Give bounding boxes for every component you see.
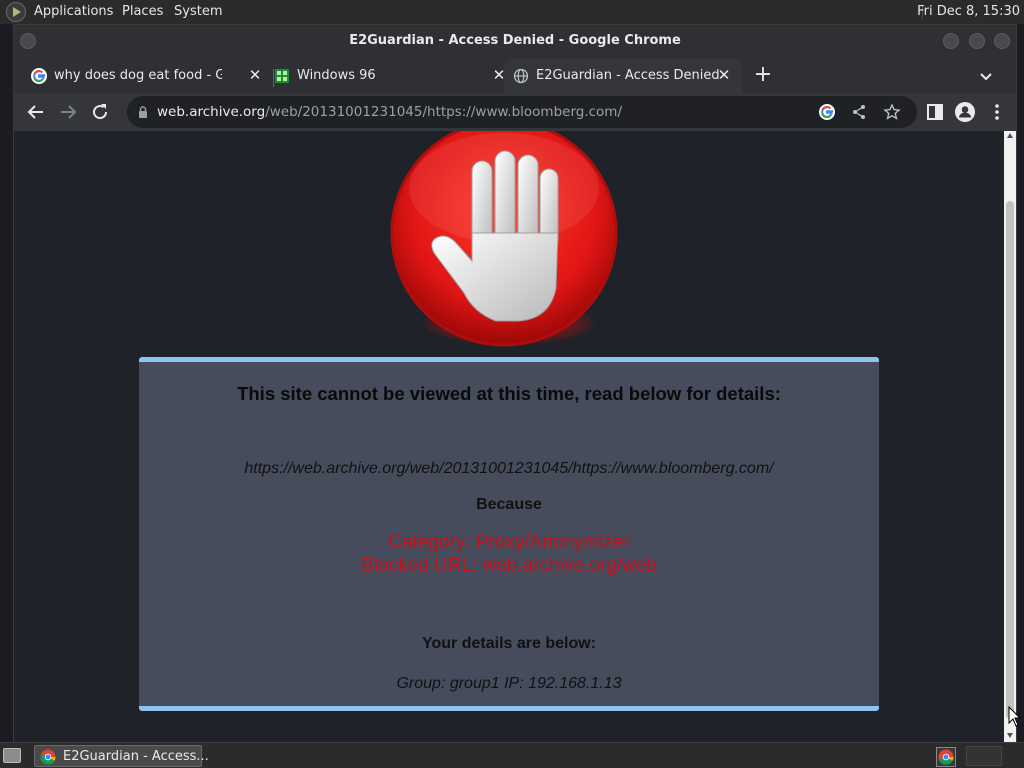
tab-dog-food[interactable]: why does dog eat food - Goog ✕ [22,59,262,93]
windows96-icon [275,69,289,83]
window-titlebar[interactable]: E2Guardian - Access Denied - Google Chro… [14,25,1016,57]
chevron-down-icon[interactable] [976,66,996,86]
gnome-foot-icon[interactable] [6,2,26,22]
kebab-menu-icon[interactable] [985,100,1009,124]
window-menu-button[interactable] [20,33,36,49]
forward-arrow-icon[interactable] [56,100,80,124]
taskbar-window-title: E2Guardian - Access... [63,749,209,764]
blocked-url-rule: Blocked URL: web.archive.org/web [361,555,657,576]
reload-icon[interactable] [88,100,112,124]
blocked-request-url: https://web.archive.org/web/201310012310… [244,460,774,477]
tab-title: Windows 96 [297,68,376,83]
details-heading: Your details are below: [422,635,596,652]
applications-menu[interactable]: Applications [34,4,113,19]
google-g-icon [31,68,47,84]
url-text: web.archive.org/web/20131001231045/https… [157,104,622,120]
mouse-pointer-icon [1008,706,1022,727]
url-host: web.archive.org [157,104,266,120]
maximize-button[interactable] [969,33,985,49]
vertical-scrollbar[interactable] [1004,131,1016,743]
window-title: E2Guardian - Access Denied - Google Chro… [349,33,681,48]
page-viewport[interactable]: This site cannot be viewed at this time,… [14,131,1004,743]
chrome-icon [938,749,954,765]
tab-e2guardian[interactable]: E2Guardian - Access Denied ✕ [504,59,742,93]
share-icon[interactable] [851,104,867,120]
tab-strip: why does dog eat food - Goog ✕ Windows 9… [14,57,1016,93]
denied-heading: This site cannot be viewed at this time,… [237,383,781,404]
user-details: Group: group1 IP: 192.168.1.13 [396,675,622,692]
new-tab-button[interactable]: + [751,64,775,88]
stop-hand-icon [390,131,618,347]
scroll-up-arrow-icon[interactable] [1007,133,1013,138]
tab-title: E2Guardian - Access Denied [536,68,720,83]
globe-icon [513,68,529,84]
show-desktop-icon[interactable] [3,748,21,763]
url-path: /web/20131001231045/https://www.bloomber… [265,104,622,120]
close-tab-icon[interactable]: ✕ [716,67,732,83]
taskbar-window-button[interactable]: E2Guardian - Access... [34,745,209,767]
tab-windows96[interactable]: Windows 96 ✕ [265,59,505,93]
top-panel: Applications Places System Fri Dec 8, 15… [0,0,1024,24]
chrome-window: E2Guardian - Access Denied - Google Chro… [13,24,1017,743]
address-bar[interactable]: web.archive.org/web/20131001231045/https… [127,96,917,128]
access-denied-box: This site cannot be viewed at this time,… [139,357,879,711]
lock-icon[interactable] [136,105,150,119]
tray-chrome-icon[interactable] [936,747,956,767]
places-menu[interactable]: Places [122,4,163,19]
block-category: Category: Proxy/Anonymizer [388,532,630,553]
bottom-taskbar: E2Guardian - Access... [0,742,1024,768]
scroll-down-arrow-icon[interactable] [1007,733,1013,738]
tab-title: why does dog eat food - Goog [54,68,222,83]
panel-clock[interactable]: Fri Dec 8, 15:30 [917,4,1020,19]
bookmark-star-icon[interactable] [883,103,901,121]
back-arrow-icon[interactable] [24,100,48,124]
close-window-button[interactable] [994,33,1010,49]
scroll-thumb[interactable] [1006,201,1014,719]
profile-avatar-icon[interactable] [953,100,977,124]
google-lens-icon[interactable] [819,104,835,120]
because-label: Because [476,496,542,513]
browser-toolbar: web.archive.org/web/20131001231045/https… [14,93,1016,131]
minimize-button[interactable] [943,33,959,49]
system-menu[interactable]: System [174,4,222,19]
close-tab-icon[interactable]: ✕ [247,67,263,83]
workspace-switcher[interactable] [966,746,1002,766]
side-panel-icon[interactable] [923,100,947,124]
chrome-icon [40,749,56,765]
